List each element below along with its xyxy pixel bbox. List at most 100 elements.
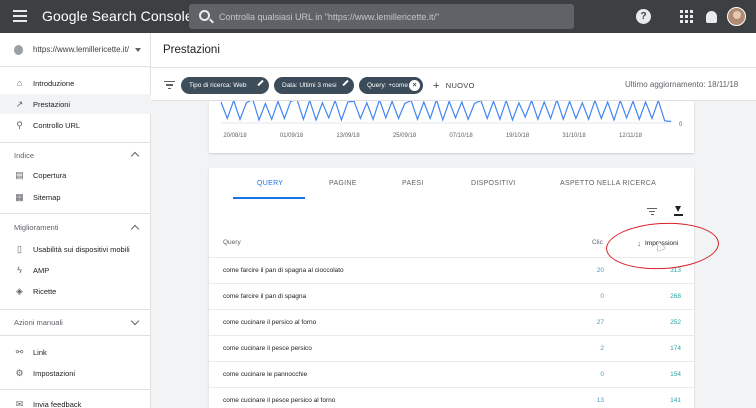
filter-chip-query[interactable]: Query: +come × xyxy=(359,77,423,94)
query-cell: come cucinare le pannocchie xyxy=(223,371,308,378)
sidebar-item-recipes[interactable]: ◈ Ricette xyxy=(0,281,151,301)
query-cell: come cucinare il persico al forno xyxy=(223,319,317,326)
sidebar-divider xyxy=(0,142,151,143)
performance-chart-card: 20/08/18 01/09/18 13/09/18 25/09/18 07/10/18… xyxy=(209,101,694,153)
impressions-cell: 174 xyxy=(670,345,681,352)
sidebar-divider xyxy=(0,309,151,310)
table-row[interactable]: come cucinare il persico al forno 27 252 xyxy=(209,309,694,335)
property-selector[interactable]: https://www.lemillericette.it/ xyxy=(0,33,151,67)
chip-label: Tipo di ricerca: Web xyxy=(189,82,247,89)
clicks-cell: 27 xyxy=(596,319,604,326)
notifications-bell-icon[interactable] xyxy=(704,9,719,24)
clicks-cell: 0 xyxy=(600,371,604,378)
sidebar-item-amp[interactable]: ϟ AMP xyxy=(0,260,151,280)
tab-search-appearance[interactable]: ASPETTO NELLA RICERCA xyxy=(560,180,656,187)
download-icon[interactable] xyxy=(674,206,683,216)
filter-chip-search-type[interactable]: Tipo di ricerca: Web xyxy=(181,77,269,94)
sidebar-item-label: AMP xyxy=(33,266,50,275)
sidebar-item-label: Usabilità sui dispositivi mobili xyxy=(33,245,130,254)
sidebar-item-url-inspection[interactable]: ⚲ Controllo URL xyxy=(0,115,151,135)
url-inspect-input[interactable] xyxy=(219,8,564,25)
chevron-up-icon[interactable] xyxy=(130,224,140,234)
chevron-down-icon[interactable] xyxy=(130,316,140,326)
tab-devices[interactable]: DISPOSITIVI xyxy=(471,180,516,187)
last-update-text: Ultimo aggiornamento: 18/11/18 xyxy=(625,80,739,89)
filter-icon[interactable] xyxy=(164,81,175,89)
query-cell: come farcire il pan di spagna xyxy=(223,293,307,300)
menu-icon[interactable] xyxy=(13,10,27,22)
app-brand[interactable]: Google Search Console xyxy=(42,8,193,24)
help-icon[interactable]: ? xyxy=(636,9,651,24)
sidebar-item-feedback[interactable]: ✉ Invia feedback xyxy=(0,394,151,408)
clicks-cell: 20 xyxy=(596,267,604,274)
table-row[interactable]: come farcire il pan di spagna 0 268 xyxy=(209,283,694,309)
column-header-clicks[interactable]: Clic xyxy=(592,239,603,246)
sidebar-item-label: Link xyxy=(33,348,47,357)
page-header: Prestazioni xyxy=(151,33,756,67)
sidebar-item-label: Copertura xyxy=(33,171,67,180)
section-index[interactable]: Indice xyxy=(14,151,34,160)
property-globe-icon xyxy=(14,45,23,55)
dropdown-caret-icon xyxy=(135,48,141,52)
sidebar-item-label: Sitemap xyxy=(33,193,61,202)
x-tick-label: 20/08/18 xyxy=(223,133,247,139)
sidebar-item-mobile-usability[interactable]: ▯ Usabilità sui dispositivi mobili xyxy=(0,239,151,259)
sidebar-item-coverage[interactable]: ▤ Copertura xyxy=(0,165,151,185)
chevron-up-icon[interactable] xyxy=(130,151,140,161)
property-url: https://www.lemillericette.it/ xyxy=(33,45,130,54)
search-icon xyxy=(199,10,210,21)
new-filter-button[interactable]: + NUOVO xyxy=(433,79,475,92)
clicks-cell: 13 xyxy=(596,397,604,404)
page-title: Prestazioni xyxy=(163,44,220,56)
performance-table-card: QUERY PAGINE PAESI DISPOSITIVI ASPETTO N… xyxy=(209,168,694,408)
query-cell: come farcire il pan di spagna al cioccol… xyxy=(223,267,344,274)
home-icon: ⌂ xyxy=(16,78,23,88)
x-tick-label: 19/10/18 xyxy=(506,133,530,139)
sidebar-item-performance[interactable]: ↗ Prestazioni xyxy=(0,94,151,114)
sidebar-item-overview[interactable]: ⌂ Introduzione xyxy=(0,73,151,93)
url-inspect-search[interactable] xyxy=(189,4,574,29)
query-cell: come cucinare il pesce persico al forno xyxy=(223,397,336,404)
close-icon[interactable]: × xyxy=(409,80,420,91)
account-avatar[interactable] xyxy=(727,7,746,26)
series-line xyxy=(220,101,672,123)
table-row[interactable]: come cucinare le pannocchie 0 154 xyxy=(209,361,694,387)
tab-pages[interactable]: PAGINE xyxy=(329,180,357,187)
sidebar-item-label: Invia feedback xyxy=(33,400,82,408)
y-axis-right-tick-label: 0 xyxy=(679,122,683,128)
tab-countries[interactable]: PAESI xyxy=(402,180,424,187)
section-manual-actions[interactable]: Azioni manuali xyxy=(14,318,63,327)
coverage-icon: ▤ xyxy=(15,170,24,180)
table-row[interactable]: come cucinare il pesce persico al forno 1… xyxy=(209,387,694,408)
x-tick-label: 13/09/18 xyxy=(336,133,360,139)
x-tick-label: 31/10/18 xyxy=(562,133,586,139)
mobile-icon: ▯ xyxy=(17,244,22,254)
table-filter-icon[interactable] xyxy=(647,208,657,215)
trending-icon: ↗ xyxy=(15,99,24,109)
chip-label: Data: Ultimi 3 mesi xyxy=(282,82,337,89)
sidebar-item-settings[interactable]: ⚙ Impostazioni xyxy=(0,363,151,383)
column-header-query[interactable]: Query xyxy=(223,239,241,246)
search-icon: ⚲ xyxy=(16,120,23,130)
sitemap-icon: ▦ xyxy=(15,192,24,202)
section-improvements[interactable]: Miglioramenti xyxy=(14,223,59,232)
sidebar-item-label: Ricette xyxy=(33,287,57,296)
x-tick-label: 12/11/18 xyxy=(619,133,643,139)
sidebar-item-label: Impostazioni xyxy=(33,369,76,378)
settings-icon: ⚙ xyxy=(15,368,24,378)
chip-label: Query: +come xyxy=(367,82,409,89)
sidebar-item-links[interactable]: ⚯ Link xyxy=(0,342,151,362)
feedback-icon: ✉ xyxy=(15,399,24,408)
sidebar-item-sitemap[interactable]: ▦ Sitemap xyxy=(0,187,151,207)
filter-chip-date[interactable]: Data: Ultimi 3 mesi xyxy=(274,77,354,94)
sidebar-divider xyxy=(0,213,151,214)
tab-query[interactable]: QUERY xyxy=(257,180,283,187)
clicks-cell: 2 xyxy=(600,345,604,352)
clicks-cell: 0 xyxy=(600,293,604,300)
table-row[interactable]: come cucinare il pesce persico 2 174 xyxy=(209,335,694,361)
sidebar-item-label: Introduzione xyxy=(33,79,75,88)
edit-pencil-icon[interactable] xyxy=(342,79,349,87)
apps-grid-icon[interactable] xyxy=(680,10,693,23)
dimension-tabs: QUERY PAGINE PAESI DISPOSITIVI ASPETTO N… xyxy=(209,168,694,200)
edit-pencil-icon[interactable] xyxy=(257,79,264,87)
